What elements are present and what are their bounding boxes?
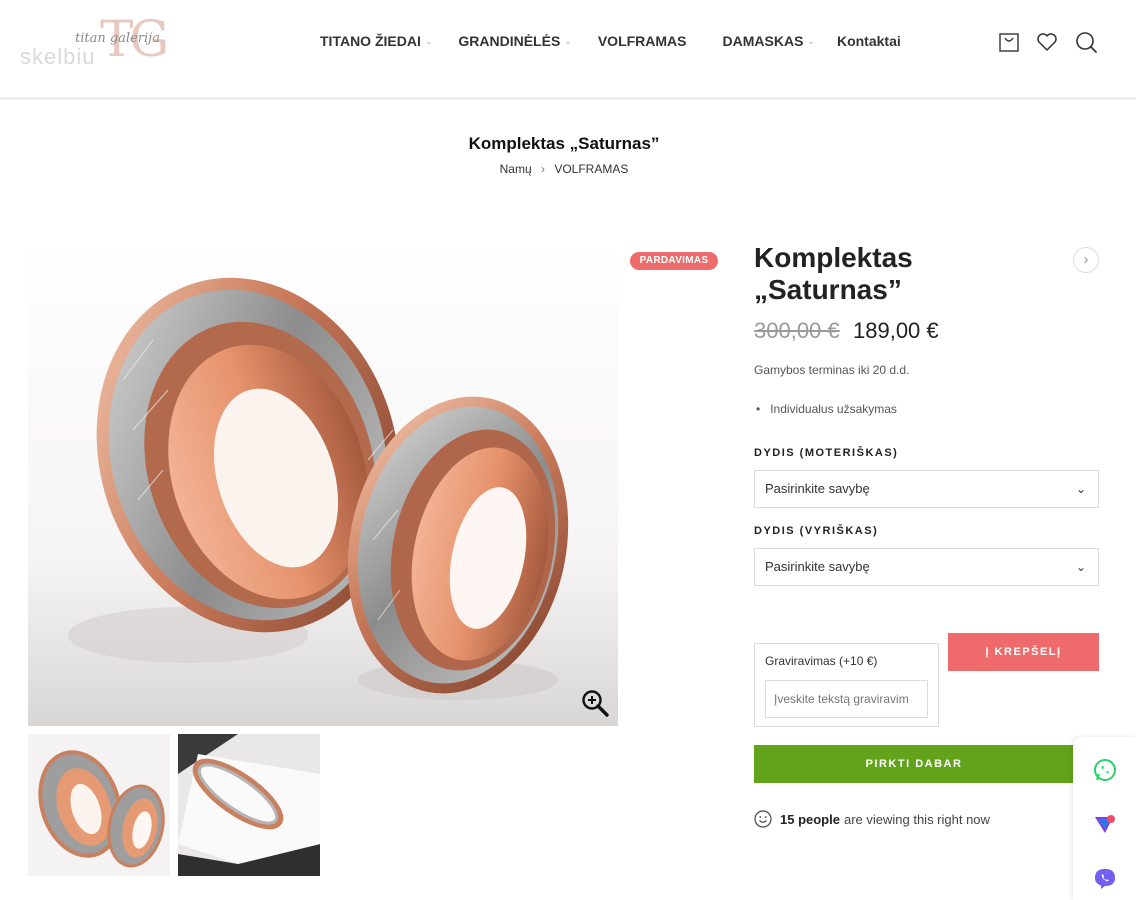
viber-icon[interactable] — [1093, 867, 1117, 891]
heart-icon[interactable] — [1035, 30, 1059, 54]
breadcrumb: Namų › VOLFRAMAS — [0, 162, 1128, 176]
select-value: Pasirinkite savybę — [765, 481, 870, 496]
product-title-line2: „Saturnas” — [754, 274, 902, 305]
add-to-cart-button[interactable]: Į KREPŠELĮ — [948, 633, 1099, 671]
viewers-count: 15 people — [780, 811, 840, 827]
old-price: 300,00 € — [754, 318, 840, 343]
bullet-icon: • — [756, 402, 761, 416]
nav-label: TITANO ŽIEDAI — [320, 33, 421, 49]
breadcrumb-current: VOLFRAMAS — [554, 162, 629, 176]
logo[interactable]: TG titan galerija skelbiu — [20, 8, 210, 78]
size-women-select[interactable]: Pasirinkite savybę ⌄ — [754, 470, 1099, 508]
zoom-icon[interactable] — [580, 688, 610, 718]
select-value: Pasirinkite savybę — [765, 559, 870, 574]
product-title-line1: Komplektas — [754, 242, 913, 273]
size-men-select[interactable]: Pasirinkite savybę ⌄ — [754, 548, 1099, 586]
thumbnail-2[interactable] — [178, 734, 320, 876]
site-header: TG titan galerija skelbiu TITANO ŽIEDAI … — [0, 0, 1136, 100]
chevron-down-icon: ⌄ — [807, 35, 815, 46]
breadcrumb-separator: › — [541, 162, 545, 176]
cart-icon[interactable] — [997, 30, 1021, 54]
sale-badge: PARDAVIMAS — [630, 252, 718, 270]
chevron-down-icon: ⌄ — [1075, 560, 1086, 574]
nav-label: DAMASKAS — [722, 33, 804, 49]
nav-item-grandineles[interactable]: GRANDINĖLĖS ⌄ — [458, 33, 571, 49]
nav-label: GRANDINĖLĖS — [458, 33, 561, 49]
engraving-box: Graviravimas (+10 €) — [754, 643, 939, 727]
main-nav: TITANO ŽIEDAI ⌄ GRANDINĖLĖS ⌄ VOLFRAMAS … — [320, 33, 901, 49]
feature-list-item: • Individualus užsakymas — [756, 402, 897, 416]
breadcrumb-home[interactable]: Namų — [500, 162, 532, 176]
product-title: Komplektas „Saturnas” — [754, 242, 1054, 306]
feature-text: Individualus užsakymas — [770, 402, 897, 416]
engraving-input[interactable] — [765, 680, 928, 718]
chevron-down-icon: ⌄ — [424, 35, 433, 46]
nav-item-titano-ziedai[interactable]: TITANO ŽIEDAI ⌄ — [320, 33, 432, 49]
production-term: Gamybos terminas iki 20 d.d. — [754, 363, 910, 377]
smiley-icon — [754, 810, 772, 828]
search-icon[interactable] — [1074, 30, 1098, 54]
thumbnail-image — [28, 734, 170, 876]
page-title: Komplektas „Saturnas” — [468, 134, 660, 153]
floating-contact-panel — [1073, 737, 1136, 900]
viewers-text: are viewing this right now — [843, 811, 990, 827]
messenger-icon[interactable] — [1093, 813, 1117, 837]
chevron-down-icon: ⌄ — [1075, 482, 1086, 496]
thumbnail-image — [178, 734, 320, 876]
nav-label: VOLFRAMAS — [597, 33, 687, 49]
size-men-label: DYDIS (VYRIŠKAS) — [754, 525, 879, 537]
logo-watermark: skelbiu — [20, 44, 96, 69]
nav-item-volframas[interactable]: VOLFRAMAS — [598, 33, 687, 49]
rings-photo — [28, 240, 618, 726]
sale-price: 189,00 € — [853, 318, 939, 343]
nav-label: Kontaktai — [836, 33, 901, 49]
size-women-label: DYDIS (MOTERIŠKAS) — [754, 447, 899, 459]
whatsapp-icon[interactable] — [1093, 758, 1117, 782]
chevron-down-icon: ⌄ — [564, 35, 572, 46]
buy-now-button[interactable]: PIRKTI DABAR — [754, 745, 1074, 783]
nav-item-damaskas[interactable]: DAMASKAS ⌄ — [723, 33, 815, 49]
engraving-label: Graviravimas (+10 €) — [765, 654, 878, 668]
next-product-icon[interactable]: › — [1073, 247, 1099, 273]
product-main-image[interactable] — [28, 240, 618, 726]
viewers-notice: 15 people are viewing this right now — [754, 810, 990, 828]
thumbnail-1[interactable] — [28, 734, 170, 876]
nav-item-kontaktai[interactable]: Kontaktai — [837, 33, 901, 49]
